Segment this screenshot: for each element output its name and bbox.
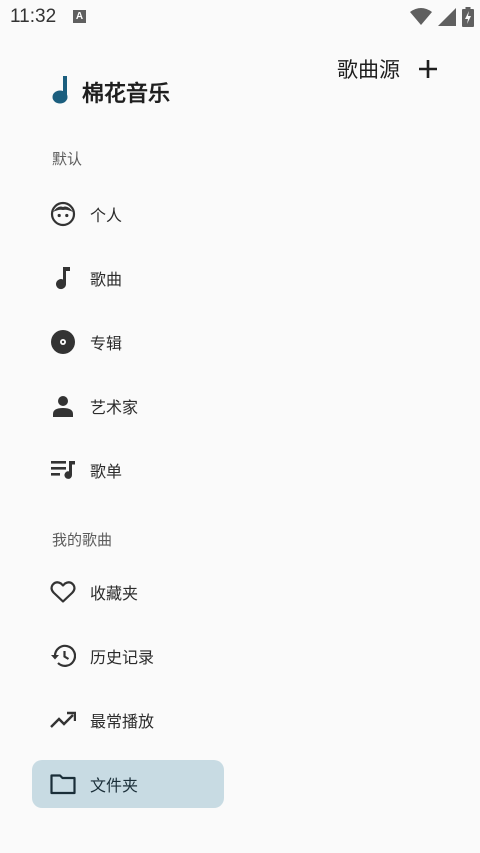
wifi-icon: [410, 8, 432, 26]
folder-icon: [50, 771, 76, 797]
nav-item-label: 历史记录: [90, 648, 155, 667]
nav-item-playlists[interactable]: 歌单: [32, 446, 224, 494]
face-icon: [50, 201, 76, 227]
nav-item-label: 歌曲: [90, 270, 123, 289]
signal-icon: [438, 8, 456, 26]
section-default-label: 默认: [52, 150, 83, 168]
nav-item-albums[interactable]: 专辑: [32, 318, 224, 366]
heart-icon: [50, 579, 76, 605]
history-icon: [50, 643, 76, 669]
nav-item-label: 收藏夹: [90, 584, 139, 603]
nav-item-label: 专辑: [90, 334, 123, 353]
header-actions: 歌曲源: [337, 54, 440, 84]
app-title: 棉花音乐: [82, 82, 171, 107]
nav-item-label: 最常播放: [90, 712, 155, 731]
plus-icon[interactable]: [416, 57, 440, 81]
nav-item-history[interactable]: 历史记录: [32, 632, 224, 680]
app-header: 棉花音乐: [52, 76, 170, 108]
battery-charging-icon: [462, 7, 474, 27]
playlist-icon: [50, 457, 76, 483]
nav-item-folders[interactable]: 文件夹: [32, 760, 224, 808]
nav-item-label: 文件夹: [90, 776, 139, 795]
status-time: 11:32: [10, 6, 57, 27]
nav-item-label: 个人: [90, 206, 123, 225]
music-note-icon: [50, 265, 76, 291]
trending-up-icon: [50, 707, 76, 733]
nav-item-artists[interactable]: 艺术家: [32, 382, 224, 430]
nav-item-label: 歌单: [90, 462, 123, 481]
nav-item-most-played[interactable]: 最常播放: [32, 696, 224, 744]
music-note-logo-icon: [52, 76, 68, 108]
nav-item-label: 艺术家: [90, 398, 139, 417]
section-my-songs-label: 我的歌曲: [52, 531, 113, 549]
notification-a-icon: A: [73, 10, 86, 23]
song-source-label[interactable]: 歌曲源: [337, 54, 400, 84]
status-bar: 11:32 A: [0, 0, 480, 34]
nav-item-personal[interactable]: 个人: [32, 190, 224, 238]
person-icon: [50, 393, 76, 419]
nav-item-songs[interactable]: 歌曲: [32, 254, 224, 302]
nav-item-favorites[interactable]: 收藏夹: [32, 568, 224, 616]
album-disc-icon: [50, 329, 76, 355]
